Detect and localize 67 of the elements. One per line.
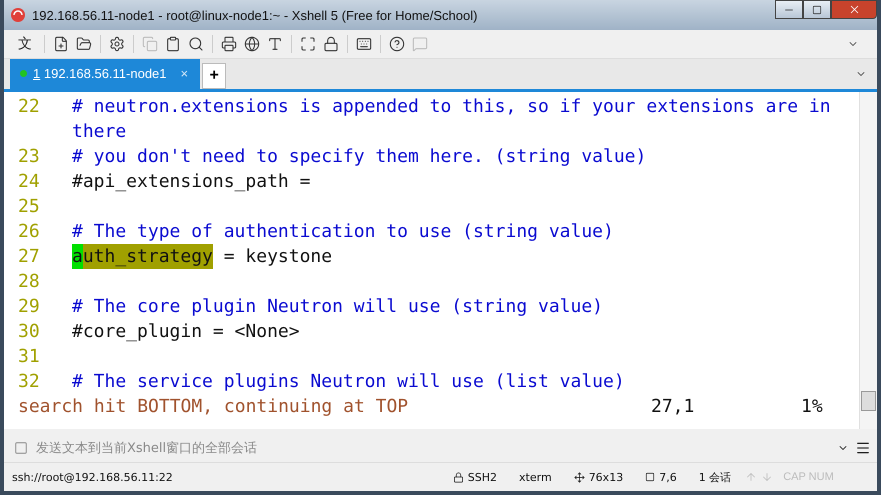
close-button[interactable]	[831, 0, 877, 19]
line-number: 24	[18, 170, 41, 194]
comment-text: # neutron.extensions is appended to this, so if your extensions are in	[72, 94, 831, 119]
line-number: 31	[18, 344, 41, 369]
printer-button[interactable]	[219, 34, 239, 53]
code-text: #core_plugin = <None>	[72, 320, 300, 344]
comment-text: # you don't need to specify them here. (string value)	[72, 144, 646, 169]
new-tab-button[interactable]: +	[202, 62, 226, 89]
line-number: 27	[18, 244, 41, 269]
session-count: 1 会话	[698, 470, 732, 485]
session-tab[interactable]: 1 192.168.56.11-node1 ×	[10, 58, 200, 89]
comment-text: # The service plugins Neutron will use (list value)	[72, 370, 625, 394]
help-icon	[389, 36, 405, 52]
fullscreen-icon	[300, 36, 316, 52]
scrollbar-thumb[interactable]	[861, 390, 876, 411]
chat-icon	[412, 36, 428, 52]
lock-icon	[323, 36, 339, 52]
line-number: 23	[18, 144, 41, 169]
line-number: 29	[18, 294, 41, 319]
connection-address: ssh://root@192.168.56.11:22	[12, 470, 173, 484]
search-match: uth_strategy	[82, 244, 213, 269]
help-button[interactable]	[387, 34, 407, 53]
scroll-percent: 1%	[801, 394, 823, 419]
folder-icon	[76, 36, 92, 52]
line-number: 22	[18, 94, 41, 119]
tab-label: 1 192.168.56.11-node1	[33, 66, 167, 82]
line-number: 25	[18, 194, 41, 219]
compose-input-field[interactable]: 发送文本到当前Xshell窗口的全部会话	[34, 440, 831, 457]
line-number: 30	[18, 320, 41, 344]
cursor-location: 7,6	[659, 470, 677, 484]
resize-icon	[574, 472, 585, 483]
status-message: search hit BOTTOM, continuing at TOP	[18, 394, 410, 419]
printer-icon	[221, 36, 237, 52]
comment-text: # The type of authentication to use (string value)	[72, 220, 614, 244]
cursor: a	[72, 244, 83, 269]
comment-text: # The core plugin Neutron will use (string value)	[72, 294, 604, 319]
lock-icon	[452, 472, 464, 483]
comment-text: there	[72, 120, 126, 144]
down-arrow-icon	[761, 471, 774, 484]
code-text: = keystone	[222, 244, 332, 269]
terminal-size: 76x13	[588, 470, 624, 484]
new-session-icon	[53, 36, 69, 52]
protocol-label: SSH2	[468, 470, 498, 484]
maximize-icon	[812, 4, 822, 14]
code-text: #api_extensions_path =	[72, 170, 310, 194]
minimize-button[interactable]	[775, 0, 803, 19]
line-number: 28	[18, 270, 41, 294]
paste-icon	[165, 36, 181, 52]
cursor-position: 27,1	[651, 394, 696, 419]
app-logo-icon	[10, 7, 26, 23]
folder-button[interactable]	[74, 34, 94, 53]
line-number: 26	[18, 220, 41, 244]
globe-button[interactable]	[242, 34, 262, 53]
scrollbar[interactable]	[859, 92, 877, 429]
window-title: 192.168.56.11-node1 - root@linux-node1:~ - Xshell 5 (Free for Home/School)	[32, 8, 478, 22]
terminal-type: xterm	[519, 470, 552, 484]
up-arrow-icon	[745, 471, 758, 484]
copy-icon	[142, 36, 158, 52]
search-icon	[188, 36, 204, 52]
keyboard-icon	[356, 36, 372, 52]
gear-icon	[109, 36, 125, 52]
language-button[interactable]: 文	[12, 34, 38, 53]
font-icon	[267, 36, 283, 52]
maximize-button[interactable]	[803, 0, 831, 19]
line-number: 32	[18, 370, 41, 394]
globe-icon	[244, 36, 260, 52]
compose-icon	[14, 441, 28, 456]
